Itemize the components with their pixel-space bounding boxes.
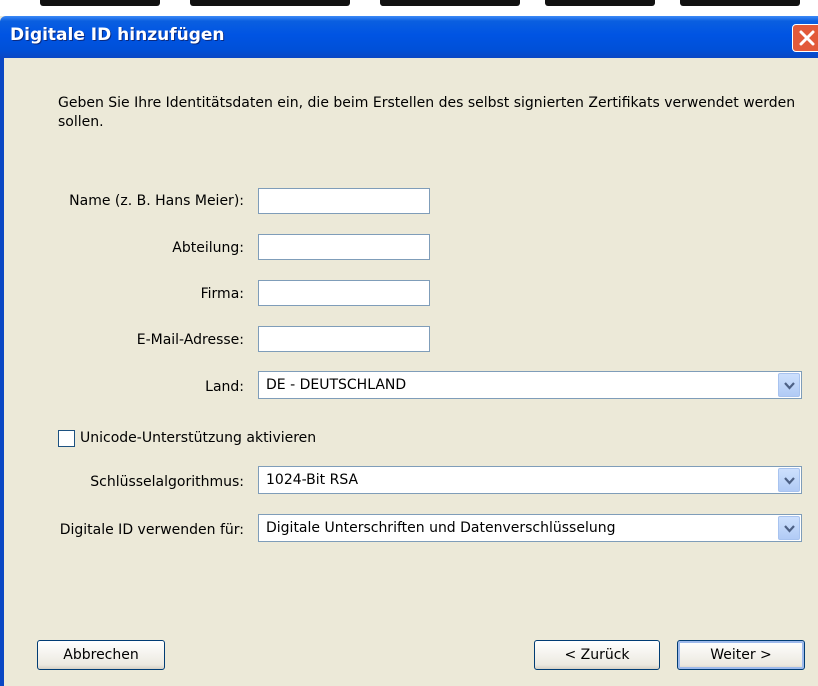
- usage-select[interactable]: Digitale Unterschriften und Datenverschl…: [258, 514, 802, 542]
- company-input[interactable]: [259, 281, 429, 305]
- title-bar[interactable]: Digitale ID hinzufügen: [0, 16, 818, 58]
- unicode-label[interactable]: Unicode-Unterstützung aktivieren: [80, 430, 316, 446]
- name-field-box: [258, 188, 430, 214]
- background-window-strip: [0, 0, 818, 16]
- key-algorithm-dropdown-button[interactable]: [778, 468, 800, 492]
- email-field-box: [258, 326, 430, 352]
- key-algorithm-label: Schlüsselalgorithmus:: [90, 474, 244, 490]
- department-input[interactable]: [259, 235, 429, 259]
- unicode-checkbox[interactable]: [58, 430, 75, 447]
- department-label: Abteilung:: [172, 240, 244, 256]
- close-icon: [799, 30, 815, 46]
- company-field-box: [258, 280, 430, 306]
- country-select[interactable]: DE - DEUTSCHLAND: [258, 371, 802, 399]
- name-label: Name (z. B. Hans Meier):: [69, 193, 244, 209]
- back-button[interactable]: < Zurück: [534, 640, 660, 670]
- department-field-box: [258, 234, 430, 260]
- chevron-down-icon: [784, 525, 795, 533]
- key-algorithm-select[interactable]: 1024-Bit RSA: [258, 466, 802, 494]
- chevron-down-icon: [784, 477, 795, 485]
- usage-label: Digitale ID verwenden für:: [59, 522, 244, 538]
- chevron-down-icon: [784, 382, 795, 390]
- company-label: Firma:: [200, 286, 244, 302]
- close-button[interactable]: [792, 24, 818, 52]
- country-value: DE - DEUTSCHLAND: [266, 377, 407, 393]
- country-label: Land:: [205, 379, 244, 395]
- next-button[interactable]: Weiter >: [677, 640, 805, 670]
- country-dropdown-button[interactable]: [778, 373, 800, 397]
- intro-text: Geben Sie Ihre Identitätsdaten ein, die …: [58, 95, 796, 130]
- usage-value: Digitale Unterschriften und Datenverschl…: [266, 520, 616, 536]
- email-input[interactable]: [259, 327, 429, 351]
- key-algorithm-value: 1024-Bit RSA: [266, 472, 359, 488]
- cancel-button[interactable]: Abbrechen: [37, 640, 165, 670]
- usage-dropdown-button[interactable]: [778, 516, 800, 540]
- dialog-body: Geben Sie Ihre Identitätsdaten ein, die …: [4, 58, 818, 686]
- name-input[interactable]: [259, 189, 429, 213]
- dialog-title: Digitale ID hinzufügen: [10, 25, 225, 45]
- dialog-window: Digitale ID hinzufügen Geben Sie Ihre Id…: [0, 16, 818, 686]
- email-label: E-Mail-Adresse:: [136, 332, 244, 348]
